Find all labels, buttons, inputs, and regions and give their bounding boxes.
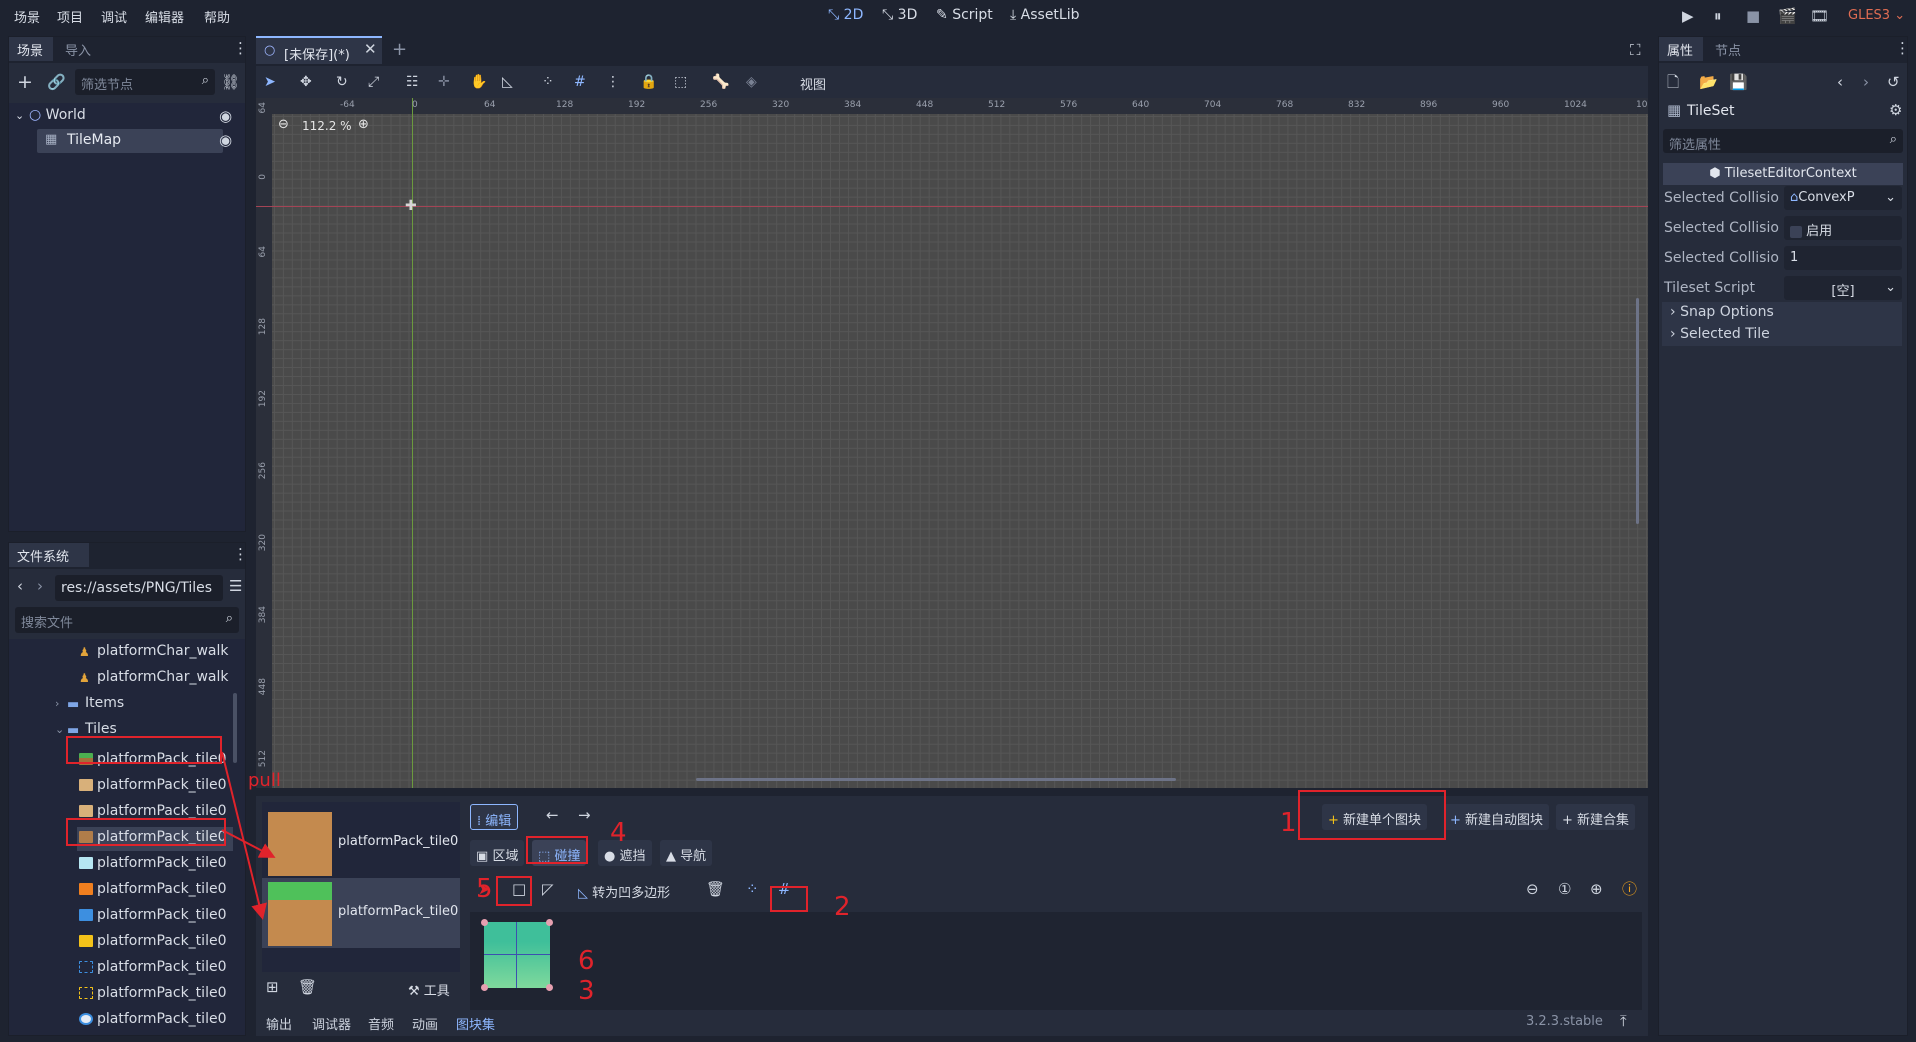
annotation-arrows	[221, 751, 276, 920]
